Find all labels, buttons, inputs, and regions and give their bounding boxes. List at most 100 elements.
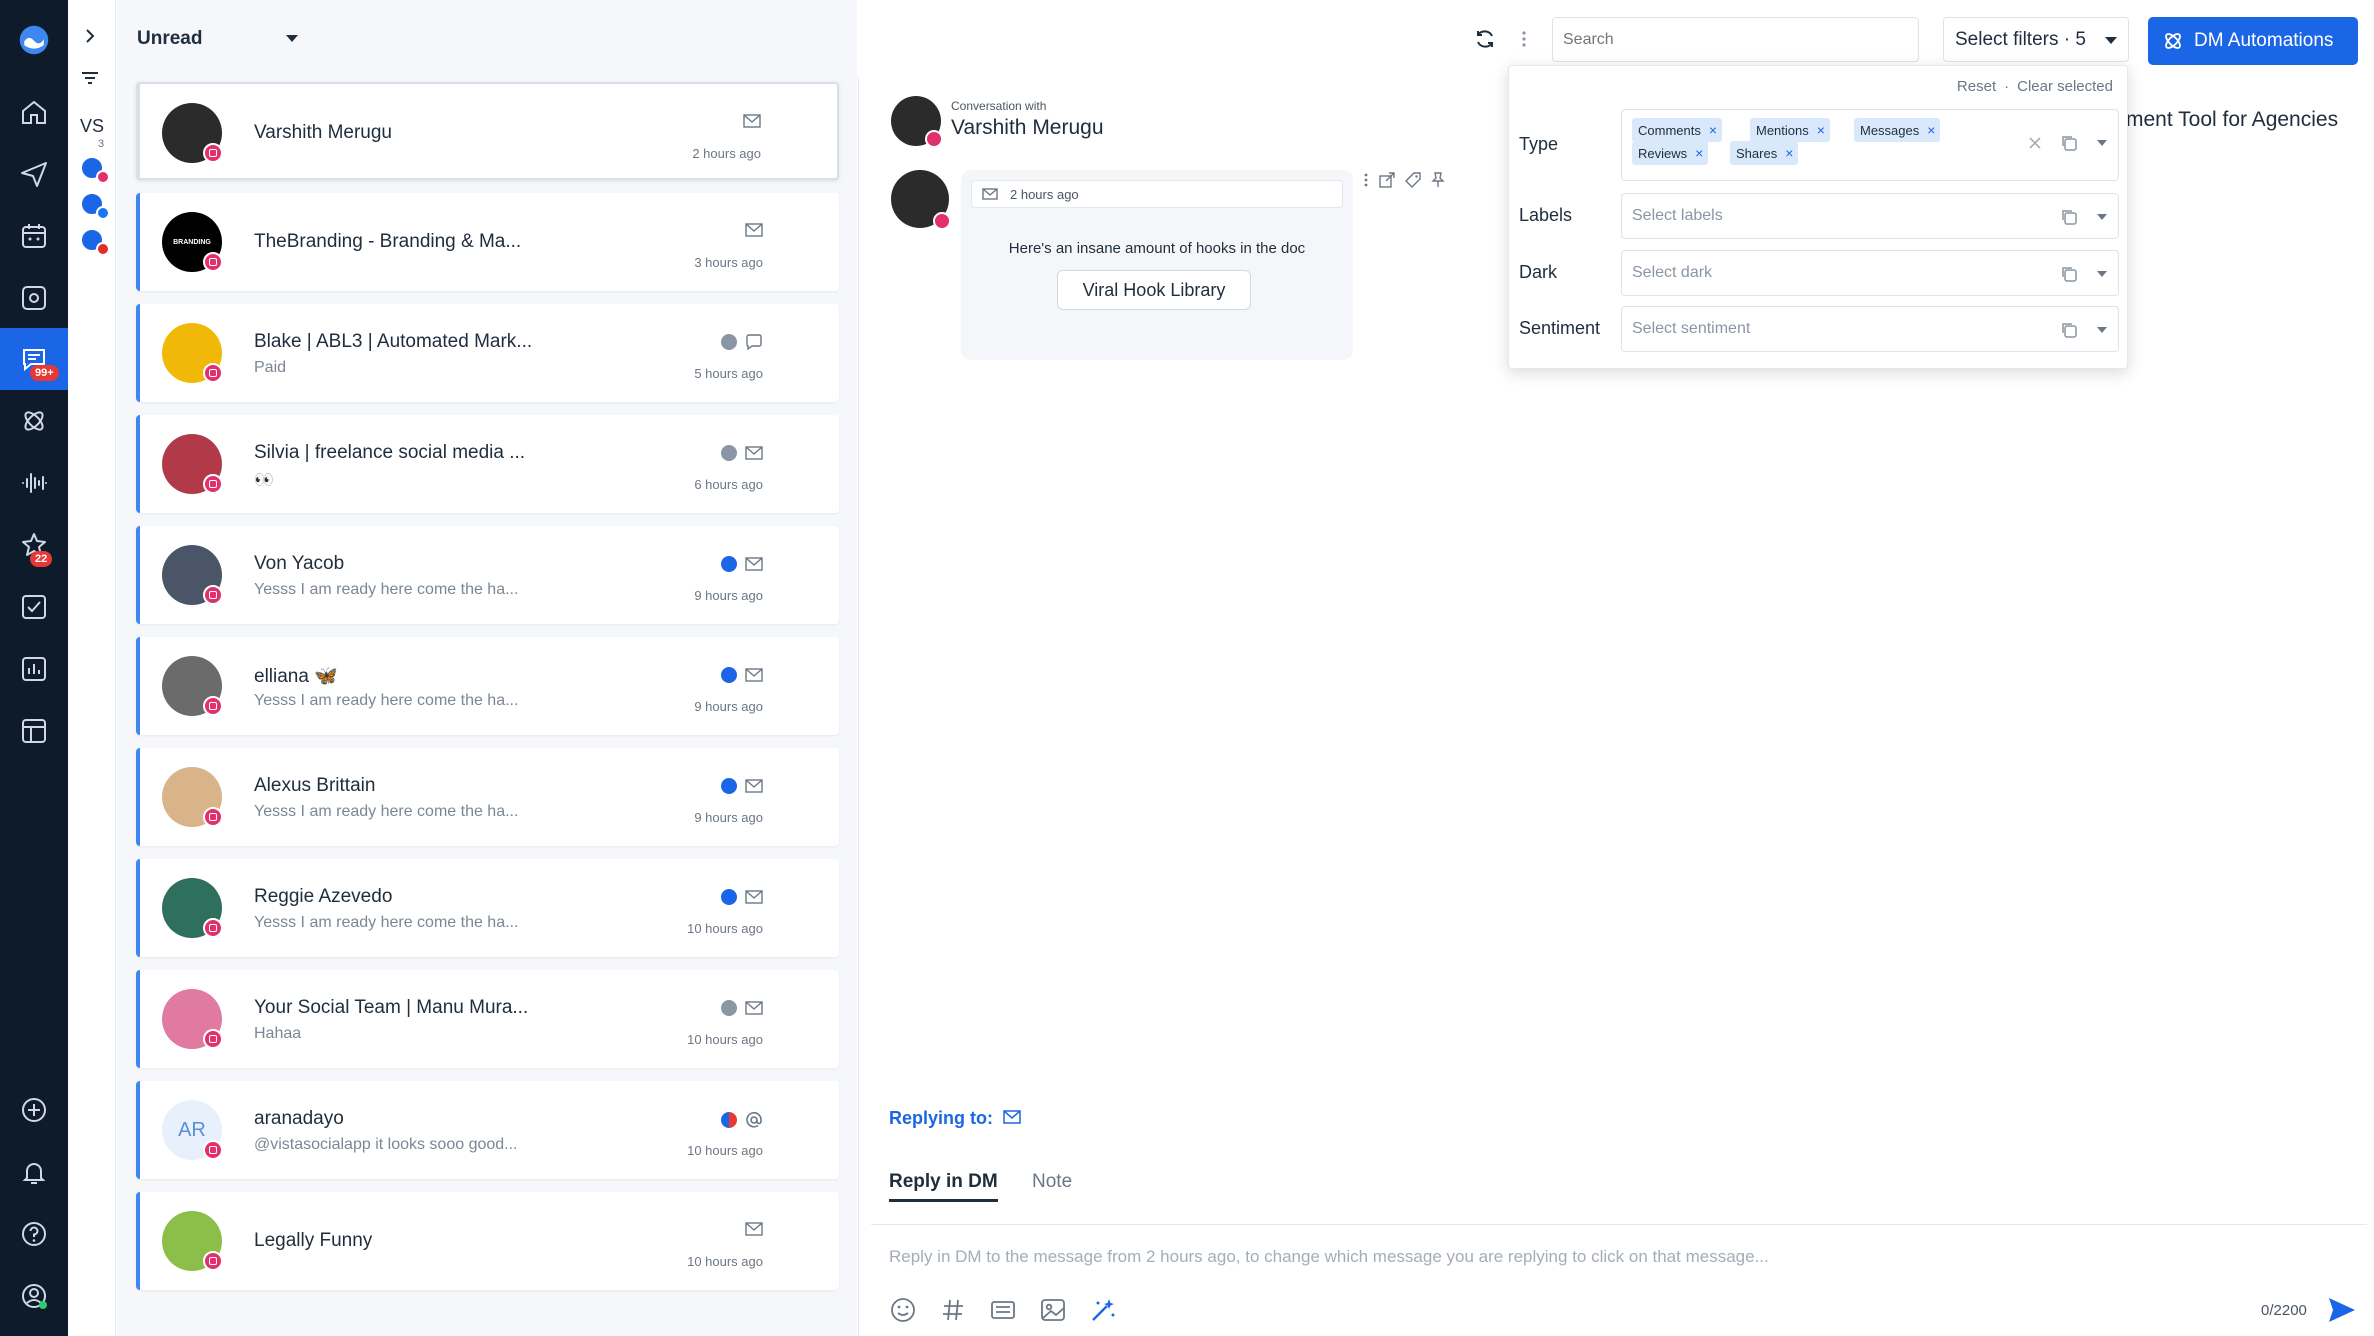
layout-panel-icon[interactable] bbox=[17, 714, 51, 748]
more-vertical-icon[interactable] bbox=[1363, 172, 1369, 188]
tab-note[interactable]: Note bbox=[1032, 1171, 1072, 1193]
item-status-icons bbox=[721, 889, 763, 905]
conversation-item[interactable]: Blake | ABL3 | Automated Mark... Paid 5 ho… bbox=[136, 304, 839, 402]
item-time: 5 hours ago bbox=[694, 366, 763, 381]
mail-icon bbox=[745, 668, 763, 682]
conversation-item[interactable]: Alexus Brittain Yesss I am ready here com… bbox=[136, 748, 839, 846]
chip-remove-icon[interactable]: × bbox=[1695, 145, 1708, 161]
conversation-item[interactable]: elliana 🦋 Yesss I am ready here come the … bbox=[136, 637, 839, 735]
char-count: 0/2200 bbox=[2261, 1302, 2307, 1319]
add-plus-icon[interactable] bbox=[17, 1093, 51, 1127]
item-status-icons bbox=[721, 1000, 763, 1016]
contact-name: Silvia | freelance social media ... bbox=[254, 442, 526, 463]
mail-icon bbox=[745, 1222, 763, 1236]
copy-icon[interactable] bbox=[2060, 265, 2078, 283]
clear-selected-link[interactable]: Clear selected bbox=[2017, 78, 2113, 95]
reports-chart-icon[interactable] bbox=[17, 652, 51, 686]
conversation-item[interactable]: BRANDING TheBranding - Branding & Ma... 3 … bbox=[136, 193, 839, 291]
sentiment-select[interactable]: Select sentiment bbox=[1621, 306, 2119, 352]
chip-remove-icon[interactable]: × bbox=[1927, 122, 1940, 138]
message-bubble[interactable]: 2 hours ago Here's an insane amount of h… bbox=[961, 170, 1353, 360]
type-chip-label: Reviews bbox=[1638, 145, 1688, 161]
copy-icon[interactable] bbox=[2060, 208, 2078, 226]
type-chip: Mentions × bbox=[1750, 118, 1830, 142]
account-user-icon[interactable] bbox=[17, 1279, 51, 1313]
more-vertical-icon[interactable] bbox=[1521, 30, 1527, 48]
ai-magic-wand-icon[interactable] bbox=[1089, 1296, 1117, 1324]
filter-lines-icon[interactable] bbox=[80, 70, 100, 86]
clear-x-icon[interactable] bbox=[2028, 136, 2042, 150]
app-root: 99+ 22 VS 3 Unread Varshith Merugu 2 hou… bbox=[0, 0, 2374, 1336]
chevron-down-icon[interactable] bbox=[2096, 213, 2108, 221]
share-icon[interactable] bbox=[1379, 172, 1395, 188]
positive-mood-icon bbox=[721, 778, 737, 794]
conversation-item[interactable]: Legally Funny 10 hours ago bbox=[136, 1192, 839, 1290]
expand-chevron-icon[interactable] bbox=[80, 26, 100, 46]
tasks-check-icon[interactable] bbox=[17, 590, 51, 624]
filter-labels-label: Labels bbox=[1519, 205, 1573, 225]
mixed-mood-icon bbox=[721, 1112, 737, 1128]
chevron-down-icon[interactable] bbox=[2096, 139, 2108, 147]
chevron-down-icon[interactable] bbox=[2096, 326, 2108, 334]
instagram-icon bbox=[96, 170, 110, 184]
automation-atom-icon[interactable] bbox=[17, 404, 51, 438]
instagram-icon bbox=[933, 212, 951, 230]
listening-waveform-icon[interactable] bbox=[17, 466, 51, 500]
send-button[interactable] bbox=[2327, 1296, 2357, 1324]
chip-remove-icon[interactable]: × bbox=[1785, 145, 1798, 161]
dm-automations-button[interactable]: DM Automations bbox=[2148, 17, 2358, 65]
reset-link[interactable]: Reset bbox=[1957, 78, 1996, 95]
conversation-title-tail: ment Tool for Agencies bbox=[2126, 108, 2339, 131]
app-logo[interactable] bbox=[14, 20, 54, 60]
message-preview: @vistasocialapp it looks sooo good... bbox=[254, 1136, 518, 1153]
type-chip-label: Messages bbox=[1860, 122, 1920, 138]
image-upload-icon[interactable] bbox=[1039, 1296, 1067, 1324]
item-time: 2 hours ago bbox=[692, 146, 761, 161]
conversation-item[interactable]: AR aranadayo @vistasocialapp it looks sooo… bbox=[136, 1081, 839, 1179]
labels-select[interactable]: Select labels bbox=[1621, 193, 2119, 239]
view-selector-label[interactable]: Unread bbox=[137, 28, 202, 50]
notifications-bell-icon[interactable] bbox=[17, 1155, 51, 1189]
type-select[interactable]: Comments × Mentions × Messages × Reviews × Share… bbox=[1621, 109, 2119, 181]
conversation-item[interactable]: Your Social Team | Manu Mura... Hahaa 10 h… bbox=[136, 970, 839, 1068]
conversation-item[interactable]: Varshith Merugu 2 hours ago bbox=[136, 82, 839, 180]
tag-label-icon[interactable] bbox=[1405, 172, 1421, 188]
type-chip-label: Mentions bbox=[1756, 122, 1809, 138]
calendar-icon[interactable] bbox=[17, 219, 51, 253]
hashtag-icon[interactable] bbox=[939, 1296, 967, 1324]
message-preview: 👀 bbox=[254, 472, 274, 489]
composer-toolbar bbox=[889, 1296, 1117, 1324]
viral-hook-library-button[interactable]: Viral Hook Library bbox=[1057, 270, 1251, 310]
media-library-icon[interactable] bbox=[17, 281, 51, 315]
reply-textarea[interactable]: Reply in DM to the message from 2 hours … bbox=[889, 1247, 1769, 1267]
conversation-item[interactable]: Von Yacob Yesss I am ready here come the … bbox=[136, 526, 839, 624]
emoji-icon[interactable] bbox=[889, 1296, 917, 1324]
filter-sentiment-label: Sentiment bbox=[1519, 318, 1601, 338]
chip-remove-icon[interactable]: × bbox=[1817, 122, 1830, 138]
refresh-icon[interactable] bbox=[1474, 28, 1496, 50]
tab-reply-in-dm[interactable]: Reply in DM bbox=[889, 1171, 998, 1202]
contact-name: Your Social Team | Manu Mura... bbox=[254, 997, 529, 1018]
instagram-icon bbox=[203, 1251, 223, 1271]
publish-send-icon[interactable] bbox=[17, 157, 51, 191]
mail-icon bbox=[982, 188, 998, 200]
view-dropdown-caret-icon[interactable] bbox=[285, 34, 299, 44]
saved-replies-icon[interactable] bbox=[989, 1296, 1017, 1324]
profile-group-initials[interactable]: VS bbox=[80, 116, 104, 137]
contact-name: elliana 🦋 bbox=[254, 666, 338, 687]
dark-select[interactable]: Select dark bbox=[1621, 250, 2119, 296]
help-question-icon[interactable] bbox=[17, 1217, 51, 1251]
chevron-down-icon[interactable] bbox=[2096, 270, 2108, 278]
conversation-item[interactable]: Silvia | freelance social media ... 👀 6 ho… bbox=[136, 415, 839, 513]
comment-icon bbox=[745, 334, 763, 350]
search-input[interactable] bbox=[1552, 17, 1919, 62]
home-icon[interactable] bbox=[17, 95, 51, 129]
chip-remove-icon[interactable]: × bbox=[1709, 122, 1722, 138]
copy-icon[interactable] bbox=[2060, 134, 2078, 152]
copy-icon[interactable] bbox=[2060, 321, 2078, 339]
filter-dark-label: Dark bbox=[1519, 262, 1558, 282]
instagram-icon bbox=[203, 474, 223, 494]
pin-icon[interactable] bbox=[1431, 172, 1445, 188]
conversation-item[interactable]: Reggie Azevedo Yesss I am ready here come… bbox=[136, 859, 839, 957]
select-filters-dropdown[interactable]: Select filters · 5 bbox=[1943, 17, 2129, 62]
